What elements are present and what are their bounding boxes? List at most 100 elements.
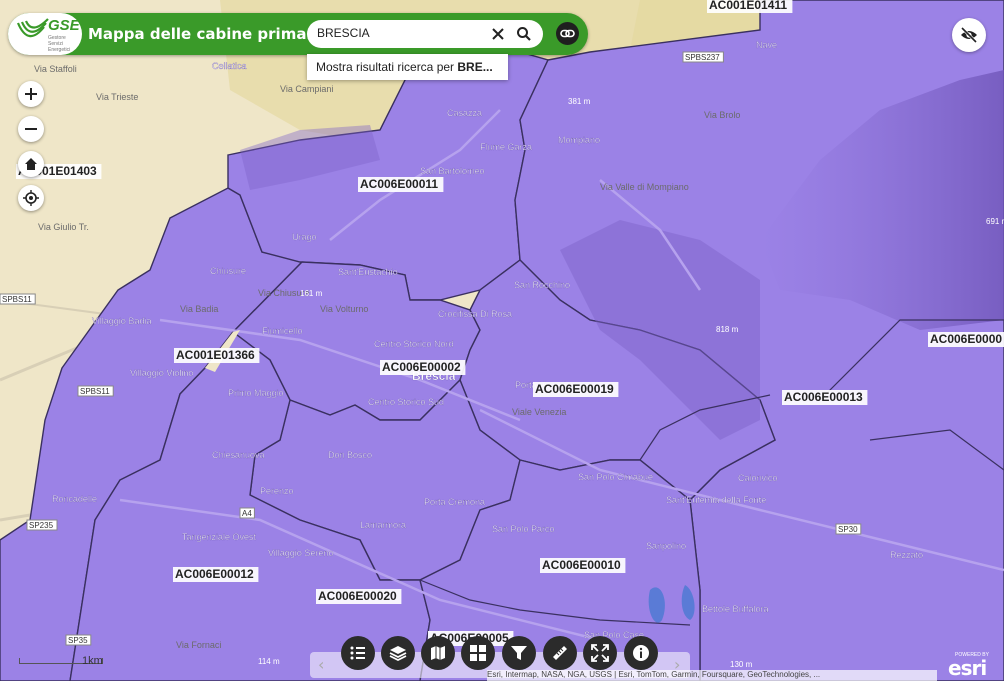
place-label: Lamarmora [360, 520, 406, 530]
layers-icon [389, 646, 407, 662]
info-icon [633, 645, 649, 661]
area-label[interactable]: AC006E00010 [540, 558, 626, 573]
area-label[interactable]: AC006E00012 [173, 567, 259, 582]
home-button[interactable] [18, 151, 44, 177]
list-tool-button[interactable] [341, 636, 375, 670]
area-label-text: AC006E00020 [318, 589, 397, 603]
basemap-tool-button[interactable] [421, 636, 455, 670]
area-label[interactable]: AC006E00013 [782, 390, 868, 405]
area-label-text: AC006E0000 [930, 332, 1002, 346]
place-label: Sant'Eustachio [338, 267, 398, 277]
area-label[interactable]: AC006E00011 [358, 177, 444, 192]
place-label: Chiusure [210, 266, 246, 276]
filter-tool-button[interactable] [502, 636, 536, 670]
place-label: Urago [292, 232, 317, 242]
place-label: Caionvico [738, 473, 778, 483]
suggestion-prefix: Mostra risultati ricerca per [316, 60, 458, 74]
toolbar-prev-arrow[interactable]: ‹ [318, 655, 324, 674]
road-shield: SP30 [835, 523, 862, 535]
place-label: Sant'Eufemia della Fonte [666, 495, 766, 505]
place-label: Bettole Buffalora [702, 604, 768, 614]
elevation-label: 691 m [986, 217, 1004, 226]
zoom-out-button[interactable] [18, 116, 44, 142]
gse-logo[interactable]: GSE Gestore Servizi Energetici [8, 13, 82, 55]
eye-off-icon [960, 26, 978, 44]
minus-icon [25, 128, 37, 130]
home-icon [25, 158, 37, 170]
place-label: Tangenziale Ovest [182, 532, 257, 542]
logo-subtext: Gestore Servizi Energetici [48, 35, 71, 53]
filter-icon [511, 646, 527, 660]
place-label: San Polo Parco [492, 524, 555, 534]
place-label: Via Brolo [704, 110, 740, 120]
place-label: Villaggio Badia [92, 316, 151, 326]
app-title: Mappa delle cabine primarie [88, 25, 330, 43]
place-label: Flume Garza [480, 142, 532, 152]
esri-logo[interactable]: POWERED BY esri [946, 652, 998, 680]
elevation-label: 161 m [300, 289, 323, 298]
area-label[interactable]: AC006E00019 [533, 382, 619, 397]
grid-tool-button[interactable] [461, 636, 495, 670]
area-label[interactable]: AC001E01366 [174, 348, 260, 363]
place-label: San Polo Cimabue [578, 472, 653, 482]
area-label[interactable]: AC006E0000 [928, 332, 1004, 347]
search-input[interactable] [317, 26, 477, 40]
place-label: Centro Storico Sud [368, 397, 444, 407]
place-label: San Rocchino [514, 280, 570, 290]
place-label: Via Fornaci [176, 640, 221, 650]
area-label-text: AC006E00010 [542, 558, 621, 572]
road-shield-text: SP30 [838, 525, 858, 534]
app-header: GSE Gestore Servizi Energetici Mappa del… [8, 13, 588, 55]
area-label[interactable]: AC006E00020 [316, 589, 402, 604]
link-button[interactable] [556, 22, 579, 45]
info-tool-button[interactable] [624, 636, 658, 670]
layers-tool-button[interactable] [381, 636, 415, 670]
place-label: Sanpolino [646, 541, 686, 551]
area-label-text: AC001E01366 [176, 348, 255, 362]
visibility-toggle-button[interactable] [952, 18, 986, 52]
place-label: Don Bosco [328, 450, 372, 460]
road-shield: SP235 [26, 519, 58, 531]
measure-icon [553, 646, 567, 660]
elevation-label: 381 m [568, 97, 591, 106]
road-shield: SPBS237 [682, 51, 724, 63]
road-shield: SPBS11 [0, 293, 36, 305]
place-label: Roncadelle [52, 494, 97, 504]
area-label-text: AC006E00002 [382, 360, 461, 374]
place-label: Porta Cremona [424, 497, 485, 507]
place-label: Via Giulio Tr. [38, 222, 89, 232]
elevation-label: 130 m [730, 660, 753, 669]
area-label-text: AC001E01411 [709, 0, 787, 12]
area-label-text: AC006E00019 [535, 382, 614, 396]
close-icon[interactable] [489, 25, 507, 43]
place-label: Via Volturno [320, 304, 368, 314]
place-label: Mompiano [558, 135, 600, 145]
place-label: Nave [756, 40, 777, 50]
link-icon [560, 29, 575, 38]
search-suggestion[interactable]: Mostra risultati ricerca per BRE... [307, 54, 508, 80]
fullscreen-tool-button[interactable] [583, 636, 617, 670]
place-label: Fiumicello [262, 326, 303, 336]
place-label: Villaggio Violino [130, 368, 193, 378]
area-label-text: AC006E00011 [360, 177, 438, 191]
place-label: Centro Storico Nord [374, 339, 454, 349]
area-label-text: AC006E00013 [784, 390, 863, 404]
esri-brand: esri [948, 656, 987, 680]
zoom-in-button[interactable] [18, 81, 44, 107]
locate-button[interactable] [18, 185, 44, 211]
measure-tool-button[interactable] [543, 636, 577, 670]
place-label: Primo Maggio [228, 388, 284, 398]
area-label[interactable]: AC001E01411 [707, 0, 793, 13]
elevation-label: 114 m [258, 657, 280, 666]
place-label: Villaggio Sereno [268, 548, 333, 558]
road-shield-text: SP235 [29, 521, 54, 530]
place-label: Casazza [447, 108, 482, 118]
place-label: Via Badia [180, 304, 218, 314]
attribution-text[interactable]: Esri, Intermap, NASA, NGA, USGS | Esri, … [487, 670, 937, 681]
plus-icon [25, 88, 37, 100]
place-label: Cellatica [212, 61, 247, 71]
search-icon[interactable] [515, 25, 533, 43]
place-label: Via Staffoli [34, 64, 77, 74]
map-canvas[interactable]: Nave Cellatica Casazza Flume Garza Mompiano S… [0, 0, 1004, 681]
area-label[interactable]: AC006E00002 [380, 360, 466, 375]
